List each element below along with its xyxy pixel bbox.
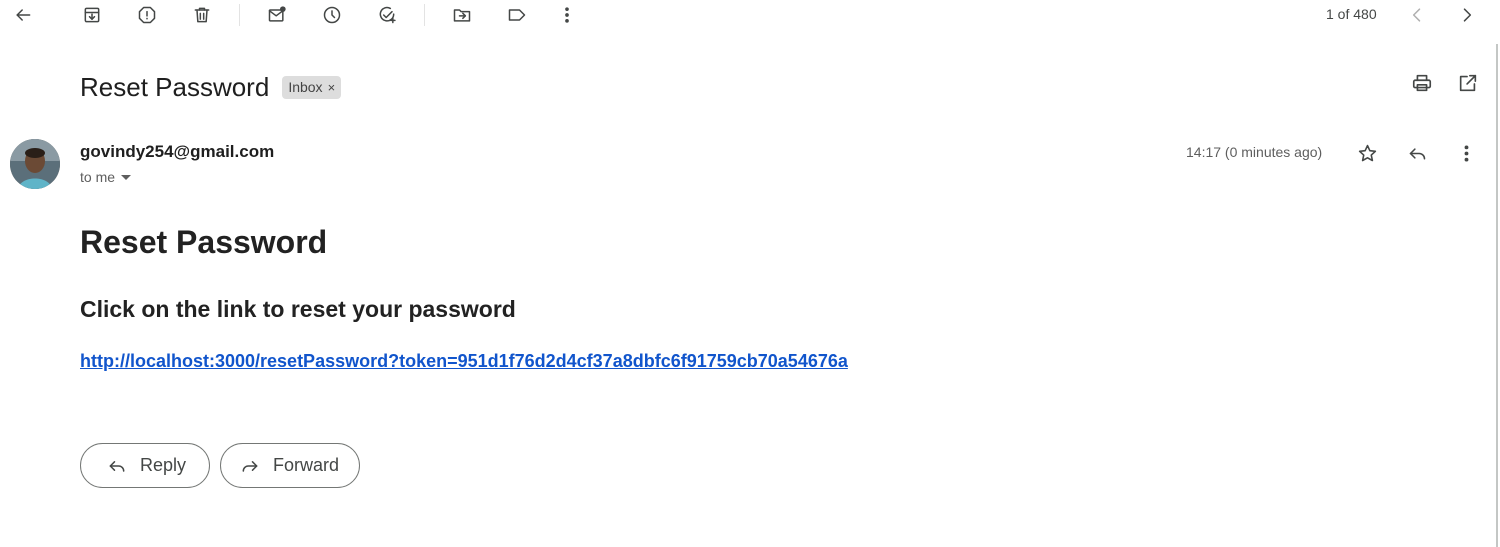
delete-icon[interactable] [187, 0, 217, 30]
open-in-new-window-icon[interactable] [1457, 72, 1479, 99]
more-vertical-icon[interactable] [552, 0, 582, 30]
add-task-icon[interactable] [372, 0, 402, 30]
toolbar-divider [239, 4, 240, 26]
subject-row: Reset Password Inbox × [80, 70, 342, 104]
forward-button-label: Forward [273, 455, 340, 475]
reply-button-label: Reply [140, 455, 187, 475]
scrollbar[interactable] [1496, 44, 1498, 547]
remove-label-button[interactable]: × [328, 80, 336, 95]
newer-chevron-left-icon[interactable] [1402, 0, 1432, 30]
mark-unread-icon[interactable] [262, 0, 292, 30]
recipient-text: to me [80, 169, 116, 185]
toolbar-divider [424, 4, 425, 26]
caret-down-icon [121, 174, 132, 180]
older-chevron-right-icon[interactable] [1452, 0, 1482, 30]
label-chip-text: Inbox [288, 79, 323, 95]
recipient-details-toggle[interactable]: to me [80, 169, 132, 185]
label-tag-icon[interactable] [502, 0, 532, 30]
email-subject: Reset Password [80, 71, 270, 102]
archive-icon[interactable] [77, 0, 107, 30]
report-spam-icon[interactable] [132, 0, 162, 30]
print-icon[interactable] [1411, 72, 1433, 99]
back-arrow-icon[interactable] [8, 0, 38, 30]
star-icon[interactable] [1354, 140, 1380, 166]
toolbar: 1 of 480 [0, 0, 1500, 30]
message-timestamp: 14:17 (0 minutes ago) [1186, 144, 1323, 160]
reply-arrow-icon [109, 460, 125, 472]
reply-icon[interactable] [1404, 140, 1430, 166]
forward-button[interactable]: Forward [220, 443, 360, 488]
sender-email[interactable]: govindy254@gmail.com [80, 142, 274, 162]
body-heading: Reset Password [80, 224, 328, 260]
reply-button[interactable]: Reply [80, 443, 210, 488]
reset-password-link[interactable]: http://localhost:3000/resetPassword?toke… [80, 351, 848, 372]
sender-avatar[interactable] [10, 139, 60, 189]
forward-arrow-icon [242, 460, 258, 472]
inbox-label-chip[interactable]: Inbox × [282, 75, 342, 99]
body-subheading: Click on the link to reset your password [80, 296, 516, 322]
move-to-folder-icon[interactable] [447, 0, 477, 30]
pager-count: 1 of 480 [1326, 6, 1377, 22]
message-more-vertical-icon[interactable] [1453, 140, 1479, 166]
snooze-clock-icon[interactable] [317, 0, 347, 30]
